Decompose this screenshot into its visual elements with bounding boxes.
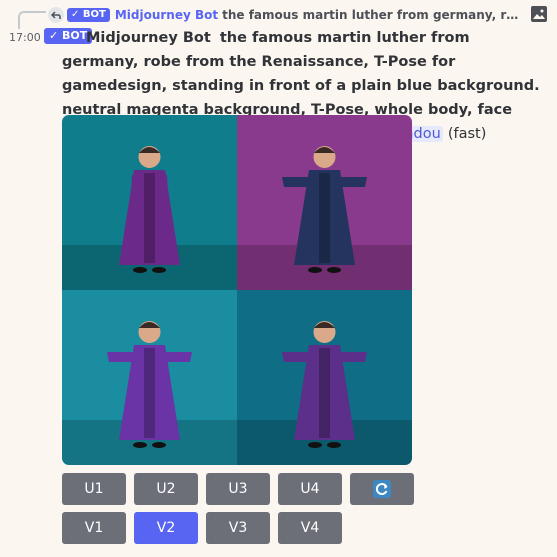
variation-button-1[interactable]: V1 [62, 512, 126, 544]
author-name[interactable]: Midjourney Bot [86, 30, 211, 46]
grid-image-2[interactable] [237, 115, 412, 290]
grid-image-1[interactable] [62, 115, 237, 290]
reply-connector [18, 11, 46, 29]
reply-author[interactable]: Midjourney Bot [115, 8, 218, 22]
timestamp: 17:00 [9, 31, 41, 44]
reply-bot-badge: ✓ BOT [67, 8, 110, 22]
reply-preview[interactable]: ✓ BOT Midjourney Bot the famous martin l… [48, 5, 548, 25]
variation-row: V1 V2 V3 V4 [62, 512, 342, 544]
grid-image-4[interactable] [237, 290, 412, 465]
speed-label: (fast) [447, 126, 487, 142]
upscale-row: U1 U2 U3 U4 [62, 473, 414, 505]
variation-button-4[interactable]: V4 [278, 512, 342, 544]
variation-button-2[interactable]: V2 [134, 512, 198, 544]
upscale-button-1[interactable]: U1 [62, 473, 126, 505]
upscale-button-4[interactable]: U4 [278, 473, 342, 505]
reply-icon [48, 7, 64, 23]
figure-image [237, 115, 412, 290]
figure-image [237, 290, 412, 465]
reply-preview-text[interactable]: the famous martin luther from germany, r… [222, 8, 522, 22]
image-icon[interactable] [530, 5, 548, 23]
upscale-button-3[interactable]: U3 [206, 473, 270, 505]
variation-button-3[interactable]: V3 [206, 512, 270, 544]
grid-image-3[interactable] [62, 290, 237, 465]
image-grid[interactable] [62, 115, 412, 465]
figure-image [62, 290, 237, 465]
refresh-icon [373, 480, 391, 498]
upscale-button-2[interactable]: U2 [134, 473, 198, 505]
figure-image [62, 115, 237, 290]
reroll-button[interactable] [350, 473, 414, 505]
